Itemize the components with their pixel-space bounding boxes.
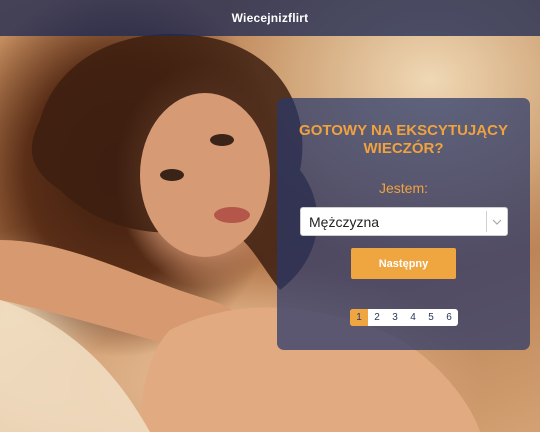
brand-logo-text[interactable]: Wiecejnizflirt — [232, 11, 309, 25]
panel-headline: GOTOWY NA EKSCYTUJĄCY WIECZÓR? — [277, 122, 530, 158]
gender-select-value: Mężczyzna — [309, 213, 380, 230]
chevron-down-icon[interactable] — [487, 208, 507, 235]
gender-label: Jestem: — [378, 180, 428, 196]
page-step-3[interactable]: 3 — [386, 309, 404, 326]
page-step-6[interactable]: 6 — [440, 309, 458, 326]
headline-line-1: GOTOWY NA EKSCYTUJĄCY — [299, 122, 508, 139]
page-step-4[interactable]: 4 — [404, 309, 422, 326]
step-pagination: 1 2 3 4 5 6 — [350, 309, 458, 326]
next-button[interactable]: Następny — [351, 248, 456, 279]
page-step-2[interactable]: 2 — [368, 309, 386, 326]
page-step-1[interactable]: 1 — [350, 309, 368, 326]
signup-panel: GOTOWY NA EKSCYTUJĄCY WIECZÓR? Jestem: M… — [277, 98, 530, 350]
site-header: Wiecejnizflirt — [0, 0, 540, 36]
headline-line-2: WIECZÓR? — [363, 140, 444, 157]
gender-select[interactable]: Mężczyzna — [300, 207, 508, 236]
page-step-5[interactable]: 5 — [422, 309, 440, 326]
